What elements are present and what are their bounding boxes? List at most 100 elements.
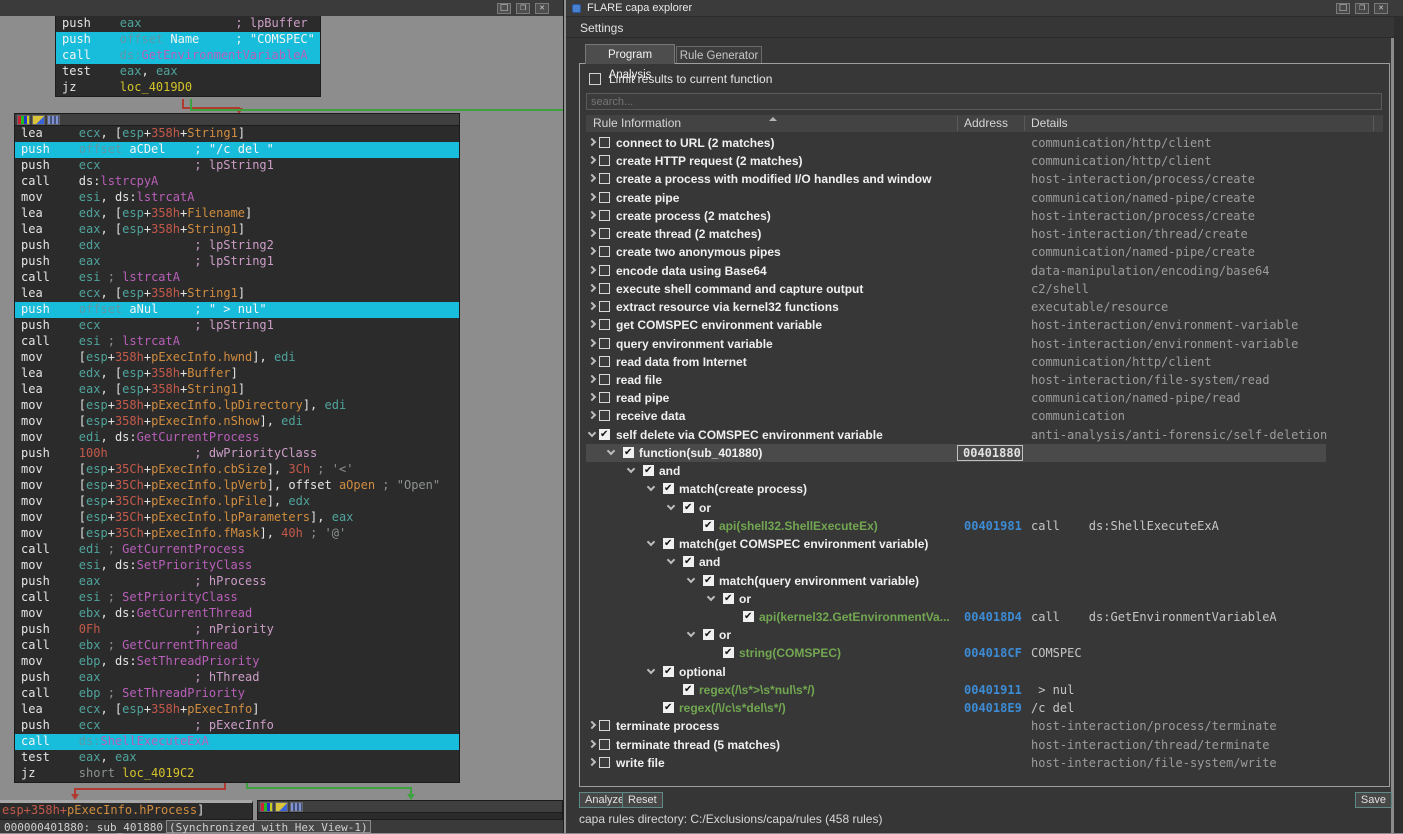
basic-block-main[interactable]: lea ecx, [esp+358h+String1]push offset a… — [14, 113, 460, 783]
rule-node-row[interactable]: and — [586, 462, 1383, 480]
asm-line[interactable]: test eax, eax — [15, 750, 459, 766]
rule-row[interactable]: read filehost-interaction/file-system/re… — [586, 371, 1383, 389]
rule-node-row[interactable]: regex(/\/c\s*del\s*/)004018E9/c del — [586, 699, 1383, 717]
asm-line[interactable]: call edi ; GetCurrentProcess — [15, 542, 459, 558]
rule-node-row[interactable]: api(shell32.ShellExecuteEx)00401981call … — [586, 517, 1383, 535]
row-checkbox[interactable] — [683, 684, 694, 695]
asm-line[interactable]: mov ebx, ds:GetCurrentThread — [15, 606, 459, 622]
rule-row[interactable]: create HTTP request (2 matches)communica… — [586, 152, 1383, 170]
chevron-right-icon[interactable] — [588, 338, 596, 346]
row-checkbox[interactable] — [599, 301, 610, 312]
rule-row[interactable]: create pipecommunication/named-pipe/crea… — [586, 189, 1383, 207]
asm-line[interactable]: call ebx ; GetCurrentThread — [15, 638, 459, 654]
rule-row[interactable]: write filehost-interaction/file-system/w… — [586, 754, 1383, 772]
row-checkbox[interactable] — [599, 137, 610, 148]
asm-line[interactable]: lea eax, [esp+358h+String1] — [15, 222, 459, 238]
asm-line[interactable]: lea edx, [esp+358h+Filename] — [15, 206, 459, 222]
row-checkbox[interactable] — [683, 556, 694, 567]
chevron-down-icon[interactable] — [667, 501, 675, 509]
rule-row[interactable]: self delete via COMSPEC environment vari… — [586, 426, 1383, 444]
row-checkbox[interactable] — [723, 647, 734, 658]
row-checkbox[interactable] — [703, 520, 714, 531]
asm-line[interactable]: push eax ; lpString1 — [15, 254, 459, 270]
asm-line[interactable]: mov edi, ds:GetCurrentProcess — [15, 430, 459, 446]
asm-line[interactable]: test eax, eax — [56, 64, 320, 80]
asm-line[interactable]: lea eax, [esp+358h+String1] — [15, 382, 459, 398]
row-checkbox[interactable] — [599, 283, 610, 294]
graph-canvas[interactable]: push eax ; lpBufferpush offset Name ; "C… — [0, 16, 563, 833]
rule-node-row[interactable]: or — [586, 499, 1383, 517]
restore-icon[interactable] — [1355, 3, 1369, 14]
row-checkbox[interactable] — [599, 155, 610, 166]
asm-line[interactable]: push offset Name ; "COMSPEC" — [56, 32, 320, 48]
row-checkbox[interactable] — [703, 575, 714, 586]
close-icon[interactable] — [1374, 3, 1388, 14]
asm-line[interactable]: jz loc_4019D0 — [56, 80, 320, 96]
basic-block-bottom-left[interactable]: esp+358h+pExecInfo.hProcess] — [0, 800, 253, 820]
row-checkbox[interactable] — [663, 538, 674, 549]
chevron-right-icon[interactable] — [588, 247, 596, 255]
chevron-down-icon[interactable] — [647, 483, 655, 491]
rule-row[interactable]: create a process with modified I/O handl… — [586, 170, 1383, 188]
rule-row[interactable]: execute shell command and capture output… — [586, 280, 1383, 298]
row-checkbox[interactable] — [643, 465, 654, 476]
chevron-right-icon[interactable] — [588, 229, 596, 237]
row-checkbox[interactable] — [723, 593, 734, 604]
maximize-icon[interactable] — [1336, 3, 1350, 14]
chevron-down-icon[interactable] — [627, 465, 635, 473]
row-checkbox[interactable] — [599, 374, 610, 385]
basic-block-top[interactable]: push eax ; lpBufferpush offset Name ; "C… — [55, 16, 321, 97]
chevron-right-icon[interactable] — [588, 265, 596, 273]
asm-line[interactable]: push ecx ; lpString1 — [15, 318, 459, 334]
asm-line[interactable]: mov [esp+358h+pExecInfo.hwnd], edi — [15, 350, 459, 366]
rule-node-row[interactable]: api(kernel32.GetEnvironmentVa...004018D4… — [586, 608, 1383, 626]
asm-line[interactable]: lea edx, [esp+358h+Buffer] — [15, 366, 459, 382]
asm-line[interactable]: mov [esp+358h+pExecInfo.nShow], edi — [15, 414, 459, 430]
rule-row[interactable]: get COMSPEC environment variablehost-int… — [586, 316, 1383, 334]
asm-line[interactable]: mov [esp+35Ch+pExecInfo.lpVerb], offset … — [15, 478, 459, 494]
asm-line[interactable]: call esi ; SetPriorityClass — [15, 590, 459, 606]
rule-node-row[interactable]: and — [586, 553, 1383, 571]
asm-line[interactable]: push eax ; lpBuffer — [56, 16, 320, 32]
row-checkbox[interactable] — [743, 611, 754, 622]
close-icon[interactable] — [535, 3, 549, 14]
rule-node-row[interactable]: match(create process) — [586, 480, 1383, 498]
rule-row[interactable]: terminate thread (5 matches)host-interac… — [586, 736, 1383, 754]
row-checkbox[interactable] — [599, 228, 610, 239]
asm-line[interactable]: push ecx ; pExecInfo — [15, 718, 459, 734]
graph-node-edit-icon[interactable] — [32, 115, 45, 125]
asm-line[interactable]: call ds:lstrcpyA — [15, 174, 459, 190]
asm-line[interactable]: mov ebp, ds:SetThreadPriority — [15, 654, 459, 670]
rule-row[interactable]: read pipecommunication/named-pipe/read — [586, 389, 1383, 407]
chevron-right-icon[interactable] — [588, 739, 596, 747]
row-checkbox[interactable] — [599, 338, 610, 349]
graph-node-edit-icon[interactable] — [275, 802, 288, 812]
chevron-down-icon[interactable] — [647, 538, 655, 546]
capa-titlebar[interactable]: FLARE capa explorer — [566, 0, 1403, 17]
row-checkbox[interactable] — [663, 702, 674, 713]
rule-row[interactable]: query environment variablehost-interacti… — [586, 335, 1383, 353]
asm-line[interactable]: call ebp ; SetThreadPriority — [15, 686, 459, 702]
row-checkbox[interactable] — [663, 666, 674, 677]
chevron-down-icon[interactable] — [687, 574, 695, 582]
asm-line[interactable]: lea ecx, [esp+358h+String1] — [15, 286, 459, 302]
rule-row[interactable]: encode data using Base64data-manipulatio… — [586, 262, 1383, 280]
row-checkbox[interactable] — [599, 720, 610, 731]
rule-node-row[interactable]: string(COMSPEC)004018CFCOMSPEC — [586, 644, 1383, 662]
restore-icon[interactable] — [516, 3, 530, 14]
rule-row[interactable]: create process (2 matches)host-interacti… — [586, 207, 1383, 225]
row-checkbox[interactable] — [683, 502, 694, 513]
row-checkbox[interactable] — [599, 246, 610, 257]
chevron-down-icon[interactable] — [707, 593, 715, 601]
asm-line[interactable]: push offset aNul ; " > nul" — [15, 302, 459, 318]
asm-line[interactable]: mov [esp+358h+pExecInfo.lpDirectory], ed… — [15, 398, 459, 414]
reset-button[interactable]: Reset — [622, 792, 663, 808]
chevron-right-icon[interactable] — [588, 174, 596, 182]
graph-node-colors-icon[interactable] — [17, 115, 30, 125]
asm-line[interactable]: mov [esp+35Ch+pExecInfo.fMask], 40h ; '@… — [15, 526, 459, 542]
asm-line[interactable]: lea ecx, [esp+358h+String1] — [15, 126, 459, 142]
row-checkbox[interactable] — [599, 739, 610, 750]
chevron-right-icon[interactable] — [588, 156, 596, 164]
chevron-right-icon[interactable] — [588, 192, 596, 200]
asm-line[interactable]: push 0Fh ; nPriority — [15, 622, 459, 638]
